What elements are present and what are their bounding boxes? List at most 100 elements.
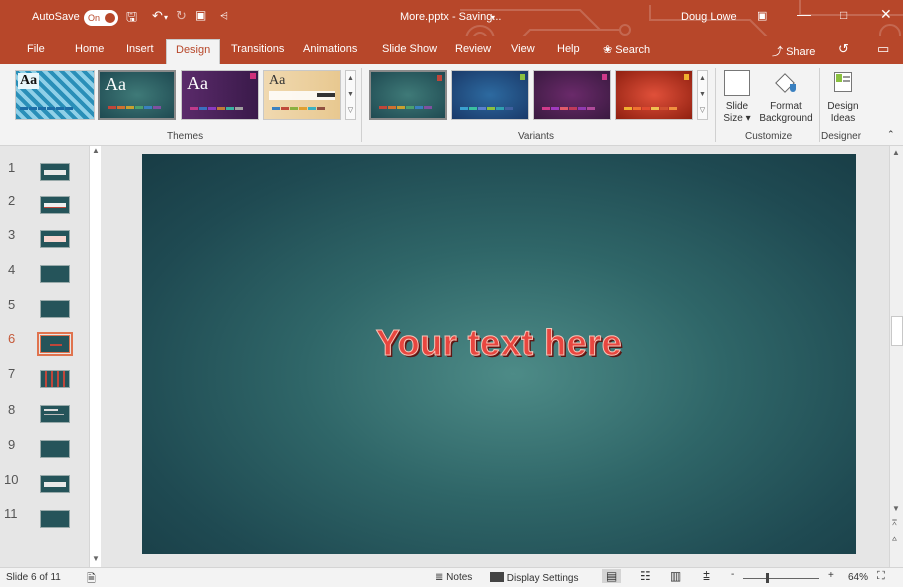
document-title: More.pptx - Saving...: [400, 11, 502, 23]
paint-bucket-icon: [774, 70, 798, 94]
scrollbar-thumb[interactable]: [891, 316, 903, 346]
close-icon[interactable]: ✕: [880, 6, 892, 23]
title-bar: AutoSave On 🖫 ↶ ▾ ↻ ▣ ⩤ More.pptx - Savi…: [0, 0, 903, 36]
themes-gallery-scroll[interactable]: ▲ ▼ ▽: [345, 70, 356, 120]
maximize-icon[interactable]: □: [840, 8, 847, 22]
zoom-in-button[interactable]: +: [828, 570, 834, 581]
wordart-text[interactable]: Your text here: [142, 322, 856, 364]
tab-animations[interactable]: Animations: [303, 43, 357, 55]
notes-button[interactable]: ≣ Notes: [435, 572, 472, 583]
toggle-knob: [105, 13, 115, 23]
comments-history-icon[interactable]: ↺: [838, 41, 849, 57]
variant-thumbnail-1[interactable]: [369, 70, 447, 120]
previous-slide-icon[interactable]: ⩞: [892, 518, 897, 528]
zoom-slider-track[interactable]: [743, 578, 819, 579]
autosave-label: AutoSave: [32, 11, 80, 23]
scroll-up-icon[interactable]: ▲: [346, 71, 355, 87]
tell-me-search[interactable]: ❀ Search: [603, 43, 650, 56]
slide-size-icon: [724, 70, 750, 96]
reading-view-icon[interactable]: ▥: [670, 569, 681, 583]
tab-file[interactable]: File: [27, 43, 45, 55]
slide-thumbnail-2[interactable]: [40, 196, 70, 214]
slide-thumbnail-8[interactable]: [40, 405, 70, 423]
tab-design[interactable]: Design: [166, 39, 221, 64]
scroll-down-icon[interactable]: ▼: [698, 87, 707, 103]
scroll-up-icon[interactable]: ▲: [892, 148, 900, 157]
slide-thumbnail-9[interactable]: [40, 440, 70, 458]
zoom-slider-knob[interactable]: [766, 573, 769, 583]
slide-thumbnail-3[interactable]: [40, 230, 70, 248]
notes-icon: ≣: [435, 572, 444, 583]
slide-counter: Slide 6 of 11: [6, 572, 61, 583]
display-settings-button[interactable]: Display Settings: [490, 572, 578, 584]
status-bar: Slide 6 of 11 🗎 ≣ Notes Display Settings…: [0, 567, 903, 587]
slide-thumbnail-11[interactable]: [40, 510, 70, 528]
variants-gallery-scroll[interactable]: ▲ ▼ ▽: [697, 70, 708, 120]
more-icon[interactable]: ▽: [346, 103, 355, 119]
slide-thumbnail-7[interactable]: [40, 370, 70, 388]
thumbnail-scrollbar[interactable]: ▲ ▼: [89, 146, 101, 579]
theme-thumbnail-4[interactable]: Aa: [263, 70, 341, 120]
collapse-ribbon-icon[interactable]: ⌃: [887, 128, 895, 140]
editor-scrollbar[interactable]: ▲ ▼ ⩞ ⩟: [889, 146, 903, 567]
tab-help[interactable]: Help: [557, 43, 580, 55]
ribbon-display-options-icon[interactable]: ▣: [757, 9, 767, 22]
customize-group-label: Customize: [745, 131, 793, 142]
minimize-icon[interactable]: —: [797, 6, 811, 22]
next-slide-icon[interactable]: ⩟: [892, 534, 897, 544]
slide-thumbnail-5[interactable]: [40, 300, 70, 318]
theme-thumbnail-current[interactable]: Aa: [98, 70, 176, 120]
zoom-out-button[interactable]: -: [731, 569, 734, 580]
scroll-up-icon[interactable]: ▲: [92, 146, 100, 155]
redo-icon: ↻: [176, 8, 187, 23]
share-button[interactable]: ⤴ Share: [772, 43, 815, 59]
customize-qat-icon[interactable]: ⩤: [220, 11, 228, 22]
scroll-down-icon[interactable]: ▼: [892, 504, 900, 513]
tab-review[interactable]: Review: [455, 43, 491, 55]
current-slide[interactable]: Your text here: [142, 154, 856, 554]
title-dropdown-icon[interactable]: ▾: [491, 13, 495, 22]
more-icon[interactable]: ▽: [698, 103, 707, 119]
autosave-toggle[interactable]: On: [84, 10, 118, 26]
scroll-up-icon[interactable]: ▲: [698, 71, 707, 87]
scroll-down-icon[interactable]: ▼: [92, 554, 100, 563]
tab-insert[interactable]: Insert: [126, 43, 154, 55]
themes-group-label: Themes: [167, 131, 204, 142]
scroll-down-icon[interactable]: ▼: [346, 87, 355, 103]
presentation-from-beginning-icon[interactable]: ▣: [195, 8, 206, 22]
share-icon: ⤴: [772, 46, 783, 58]
slide-thumbnail-6[interactable]: [37, 332, 73, 356]
normal-view-icon[interactable]: ▤: [602, 569, 622, 583]
format-background-button[interactable]: Format Background: [757, 68, 815, 128]
theme-thumbnail-3[interactable]: Aa: [181, 70, 259, 120]
zoom-level[interactable]: 64%: [848, 572, 868, 583]
undo-icon[interactable]: ↶: [152, 8, 163, 24]
tab-view[interactable]: View: [511, 43, 535, 55]
slide-thumbnail-10[interactable]: [40, 475, 70, 493]
tab-transitions[interactable]: Transitions: [231, 43, 284, 55]
tab-slide-show[interactable]: Slide Show: [382, 43, 437, 55]
variant-thumbnail-2[interactable]: [451, 70, 529, 120]
save-icon[interactable]: 🖫: [126, 8, 137, 30]
theme-thumbnail-1[interactable]: Aa: [15, 70, 95, 120]
variant-thumbnail-3[interactable]: [533, 70, 611, 120]
lightbulb-icon: ❀: [603, 44, 613, 56]
user-name[interactable]: Doug Lowe: [681, 11, 737, 23]
slide-thumbnail-pane: 1 2 3 4 5 6 7 8 9 10 11 ▲ ▼: [0, 146, 108, 579]
variant-thumbnail-4[interactable]: [615, 70, 693, 120]
slide-size-button[interactable]: Slide Size ▾: [721, 68, 753, 128]
designer-group-label: Designer: [821, 131, 862, 142]
comments-icon[interactable]: ▭: [877, 41, 889, 57]
display-settings-icon: [490, 572, 504, 582]
slide-show-view-icon[interactable]: ⩲: [703, 569, 710, 584]
spelling-check-icon[interactable]: 🗎: [87, 570, 96, 587]
undo-dropdown-icon[interactable]: ▾: [164, 13, 168, 22]
tab-home[interactable]: Home: [75, 43, 104, 55]
design-ribbon: Aa Aa Aa Aa ▲ ▼ ▽ Themes ▲ ▼ ▽ Variants …: [0, 64, 903, 146]
ribbon-tabs: File Home Insert Design Transitions Anim…: [0, 36, 903, 64]
slide-sorter-view-icon[interactable]: ☷: [640, 569, 651, 583]
fit-to-window-icon[interactable]: ⛶: [877, 570, 885, 583]
design-ideas-button[interactable]: Design Ideas: [822, 68, 864, 128]
slide-thumbnail-4[interactable]: [40, 265, 70, 283]
slide-thumbnail-1[interactable]: [40, 163, 70, 181]
